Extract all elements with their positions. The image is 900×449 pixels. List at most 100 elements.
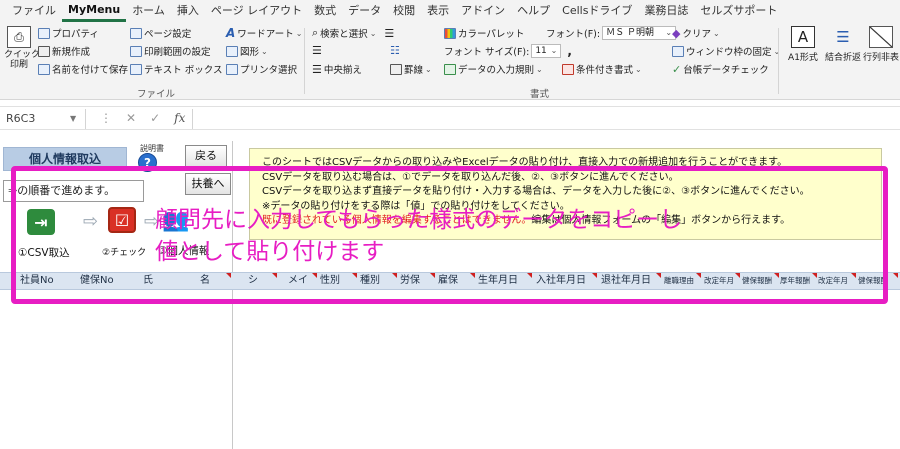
print-area-button[interactable]: 印刷範囲の設定 (130, 44, 211, 58)
property-button[interactable]: プロパティ (38, 26, 99, 40)
text-box-icon (130, 63, 142, 75)
page-setup-label: ページ設定 (144, 29, 192, 40)
annotation-line: 顧問先に入力してもらった様式のデータをコピーし (155, 207, 683, 233)
align-icon: ☰ (384, 26, 395, 40)
new-button[interactable]: 新規作成 (38, 44, 90, 58)
save-as-label: 名前を付けて保存 (52, 65, 129, 76)
print-area-label: 印刷範囲の設定 (144, 47, 211, 58)
name-box-value: R6C3 (6, 112, 36, 125)
font-field: フォント(F): ＭＳ Ｐ明朝 ⌄ (546, 26, 677, 40)
border-icon (390, 63, 402, 75)
merge-wrap-button[interactable]: ☰ 結合折返 (824, 26, 862, 63)
chevron-down-icon: ⌄ (635, 64, 642, 74)
printer-select-icon (226, 63, 238, 75)
a1-style-button[interactable]: A A1形式 (784, 26, 822, 63)
confirm-icon[interactable]: ✓ (150, 111, 160, 125)
indent-button[interactable]: ☷ (390, 44, 400, 57)
ledger-check-button[interactable]: ✓ 台帳データチェック (672, 62, 769, 77)
shapes-label: 図形 (240, 47, 260, 58)
chevron-down-icon: ⌄ (369, 28, 377, 38)
ribbon-separator (778, 28, 779, 94)
wordart-button[interactable]: A ワードアート ⌄ (226, 26, 302, 40)
search-select-button[interactable]: ⌕ 検索と選択 ⌄ ☰ (312, 26, 394, 40)
color-palette-label: カラーパレット (458, 29, 525, 40)
hide-icon (869, 26, 893, 48)
list-icon: ☰ (836, 28, 850, 46)
menu-page-layout[interactable]: ページ レイアウト (205, 0, 308, 22)
formula-input[interactable] (192, 109, 900, 129)
a1-style-icon: A (791, 26, 815, 48)
menu-cells-drive[interactable]: Cellsドライブ (556, 0, 638, 22)
align-left-button[interactable]: ☰ (312, 44, 322, 57)
chevron-down-icon: ⌄ (261, 46, 268, 56)
menu-help[interactable]: ヘルプ (511, 0, 556, 22)
indent-icon: ☷ (390, 44, 400, 57)
font-label: フォント(F): (546, 29, 601, 40)
menu-formulas[interactable]: 数式 (308, 0, 342, 22)
eraser-icon: ◆ (672, 26, 681, 40)
menu-addins[interactable]: アドイン (455, 0, 511, 22)
back-button[interactable]: 戻る (185, 145, 227, 167)
quick-print-label: クイック 印刷 (4, 50, 41, 70)
wordart-label: ワードアート (237, 29, 294, 40)
menu-file[interactable]: ファイル (6, 0, 62, 22)
hide-rows-cols-label: 行列非表 (862, 53, 899, 63)
font-dropdown[interactable]: ＭＳ Ｐ明朝 ⌄ (602, 26, 677, 40)
align-center-icon: ☰ (312, 62, 322, 76)
freeze-panes-label: ウィンドウ枠の固定 (686, 47, 772, 58)
border-button[interactable]: 罫線 ⌄ (390, 62, 432, 76)
wordart-icon: A (226, 26, 236, 40)
clear-button[interactable]: ◆ クリア ⌄ (672, 26, 720, 41)
format-group-label: 書式 (530, 89, 550, 100)
conditional-format-icon (562, 63, 574, 75)
clear-label: クリア (682, 29, 711, 40)
quick-print-button[interactable]: ⎙ クイック 印刷 (4, 26, 41, 70)
ribbon: ⎙ クイック 印刷 プロパティ 新規作成 名前を付けて保存 ページ設定 印刷範囲… (0, 22, 900, 100)
data-validation-label: データの入力規則 (458, 65, 535, 76)
property-label: プロパティ (52, 29, 99, 40)
chevron-down-icon: ⌄ (712, 28, 720, 38)
menu-mymenu[interactable]: MyMenu (62, 0, 127, 22)
color-palette-button[interactable]: カラーパレット (444, 26, 524, 40)
font-size-dropdown[interactable]: 11 ⌄ (531, 44, 562, 58)
menu-insert[interactable]: 挿入 (171, 0, 205, 22)
formula-bar-icons: ⋮ ✕ ✓ fx (100, 111, 185, 125)
annotation-text: 顧問先に入力してもらった様式のデータをコピーし 値として貼り付けます (155, 204, 682, 268)
conditional-format-button[interactable]: 条件付き書式 ⌄ (562, 62, 642, 76)
page-setup-button[interactable]: ページ設定 (130, 26, 191, 40)
chevron-down-icon: ⌄ (295, 28, 303, 38)
menu-work-diary[interactable]: 業務日誌 (638, 0, 694, 22)
function-icon[interactable]: fx (174, 111, 185, 125)
new-document-icon (38, 45, 50, 57)
page-setup-icon (130, 27, 142, 39)
comma-style-icon[interactable]: , (567, 44, 572, 58)
data-validation-icon (444, 63, 456, 75)
file-group-label: ファイル (137, 89, 176, 100)
printer-icon: ⎙ (7, 26, 31, 48)
freeze-panes-button[interactable]: ウィンドウ枠の固定 ⌄ (672, 44, 780, 58)
save-as-button[interactable]: 名前を付けて保存 (38, 62, 128, 76)
chevron-down-icon: ⌄ (536, 64, 543, 74)
border-label: 罫線 (404, 65, 424, 76)
chevron-down-icon: ⌄ (773, 46, 781, 56)
align-left-icon: ☰ (312, 44, 322, 57)
align-center-label: 中央揃え (323, 65, 362, 76)
ribbon-separator (304, 28, 305, 94)
text-box-button[interactable]: テキスト ボックス⌄ (130, 62, 231, 76)
data-validation-button[interactable]: データの入力規則 ⌄ (444, 62, 543, 76)
menu-cells-support[interactable]: セルズサポート (694, 0, 783, 22)
chevron-down-icon: ⌄ (425, 64, 432, 74)
cancel-icon[interactable]: ✕ (126, 111, 136, 125)
hide-rows-cols-button[interactable]: 行列非表 (862, 26, 900, 63)
printer-select-button[interactable]: プリンタ選択 (226, 62, 297, 76)
save-icon (38, 63, 50, 75)
chevron-down-icon[interactable]: ▼ (70, 114, 76, 123)
shapes-button[interactable]: 図形 ⌄ (226, 44, 268, 58)
color-palette-icon (444, 27, 456, 39)
menu-home[interactable]: ホーム (126, 0, 171, 22)
align-center-button[interactable]: ☰ 中央揃え (312, 62, 362, 77)
menu-view[interactable]: 表示 (421, 0, 455, 22)
comment-indicator (893, 273, 898, 278)
menu-data[interactable]: データ (342, 0, 387, 22)
menu-review[interactable]: 校閲 (387, 0, 421, 22)
